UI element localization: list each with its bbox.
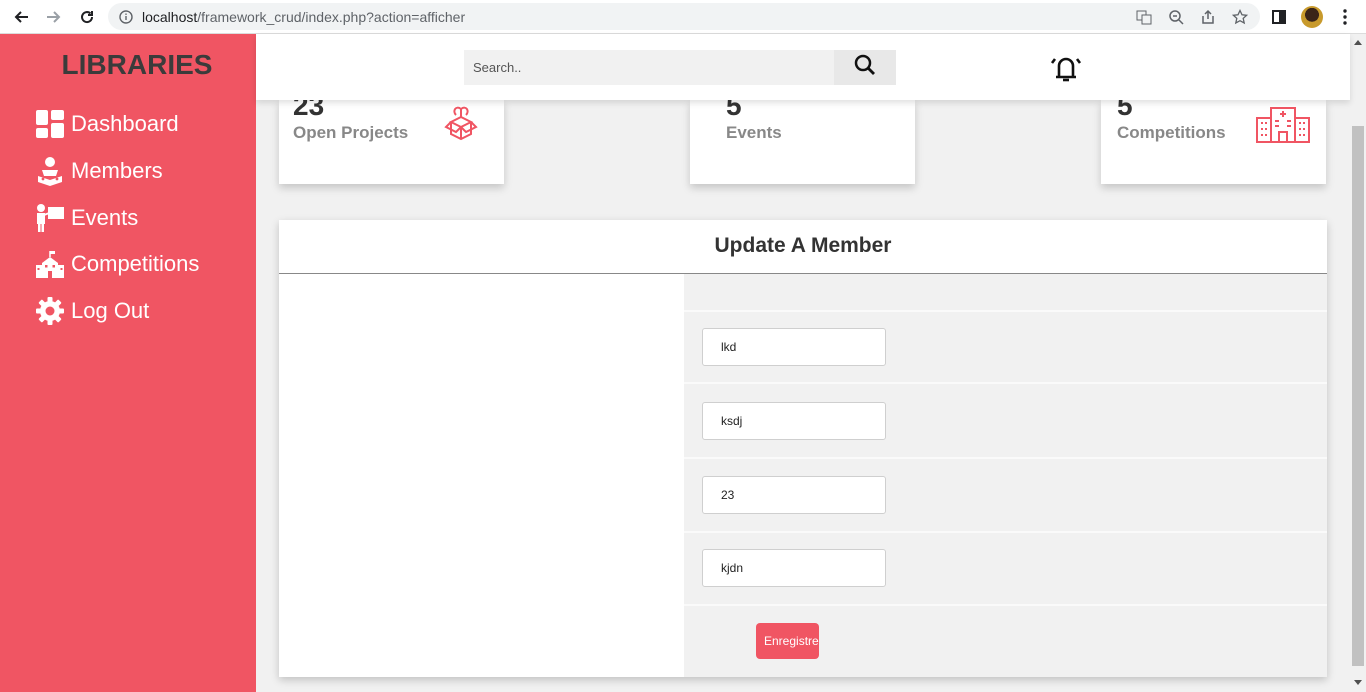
reload-icon[interactable] <box>76 6 98 28</box>
sidebar-item-dashboard[interactable]: Dashboard <box>35 107 179 141</box>
url-text: localhost/framework_crud/index.php?actio… <box>142 9 465 25</box>
school-icon <box>35 249 65 279</box>
member-field-4[interactable] <box>702 549 886 587</box>
sidebar-item-label: Log Out <box>71 298 150 323</box>
stat-label: Events <box>726 123 782 142</box>
presenter-icon <box>35 203 65 233</box>
row-divider <box>684 382 1327 384</box>
search-button[interactable] <box>834 50 896 85</box>
stat-label: Open Projects <box>293 123 409 142</box>
stat-card-competitions: 5 Competitions <box>1101 90 1326 184</box>
page-title: Update A Member <box>279 220 1327 274</box>
update-member-panel: Update A Member Enregistrer <box>279 220 1327 677</box>
page-scrollbar[interactable] <box>1350 34 1366 692</box>
translate-icon[interactable] <box>1135 8 1153 26</box>
scroll-down-arrow-icon[interactable] <box>1353 678 1363 688</box>
zoom-icon[interactable] <box>1167 8 1185 26</box>
scrollbar-thumb[interactable] <box>1352 126 1364 666</box>
member-field-1[interactable] <box>702 328 886 366</box>
forward-arrow-icon[interactable] <box>43 6 65 28</box>
browser-toolbar: localhost/framework_crud/index.php?actio… <box>0 0 1366 34</box>
url-path: /framework_crud/index.php?action=affiche… <box>197 9 466 25</box>
back-arrow-icon[interactable] <box>10 6 32 28</box>
sidebar: LIBRARIES Dashboard Members Events Compe… <box>0 34 256 692</box>
site-info-icon[interactable] <box>117 8 135 26</box>
sidebar-item-competitions[interactable]: Competitions <box>35 247 199 281</box>
side-panel-icon[interactable] <box>1268 6 1290 28</box>
search-input[interactable] <box>464 50 834 85</box>
member-field-2[interactable] <box>702 402 886 440</box>
stat-card-events: 5 Events <box>690 90 915 184</box>
avatar <box>1301 6 1323 28</box>
alarm-bell-icon[interactable] <box>1048 50 1084 86</box>
sidebar-item-logout[interactable]: Log Out <box>35 294 149 328</box>
search-icon <box>854 54 876 81</box>
row-divider <box>684 310 1327 312</box>
open-box-icon <box>431 100 491 146</box>
sidebar-item-events[interactable]: Events <box>35 201 138 235</box>
profile-avatar[interactable] <box>1301 6 1323 28</box>
address-bar[interactable]: localhost/framework_crud/index.php?actio… <box>108 3 1260 30</box>
url-host: localhost <box>142 9 198 25</box>
row-divider <box>684 531 1327 533</box>
sidebar-item-label: Events <box>71 205 139 230</box>
scroll-up-arrow-icon[interactable] <box>1353 37 1363 47</box>
bookmark-star-icon[interactable] <box>1231 8 1249 26</box>
sidebar-item-label: Members <box>71 158 163 183</box>
save-button[interactable]: Enregistrer <box>756 623 819 659</box>
kebab-menu-icon[interactable] <box>1334 6 1356 28</box>
topbar <box>256 34 1350 100</box>
sidebar-item-label: Competitions <box>71 251 200 276</box>
sidebar-item-members[interactable]: Members <box>35 154 163 188</box>
building-icon <box>1253 100 1313 146</box>
gear-icon <box>35 296 65 326</box>
sidebar-item-label: Dashboard <box>71 111 179 136</box>
row-divider <box>684 457 1327 459</box>
row-divider <box>684 604 1327 606</box>
member-field-3[interactable] <box>702 476 886 514</box>
stat-label: Competitions <box>1117 123 1226 142</box>
member-form: Enregistrer <box>684 274 1327 677</box>
dashboard-icon <box>35 109 65 139</box>
brand-title: LIBRARIES <box>61 49 213 80</box>
share-icon[interactable] <box>1199 8 1217 26</box>
stat-card-open-projects: 23 Open Projects <box>279 90 504 184</box>
reader-icon <box>35 156 65 186</box>
